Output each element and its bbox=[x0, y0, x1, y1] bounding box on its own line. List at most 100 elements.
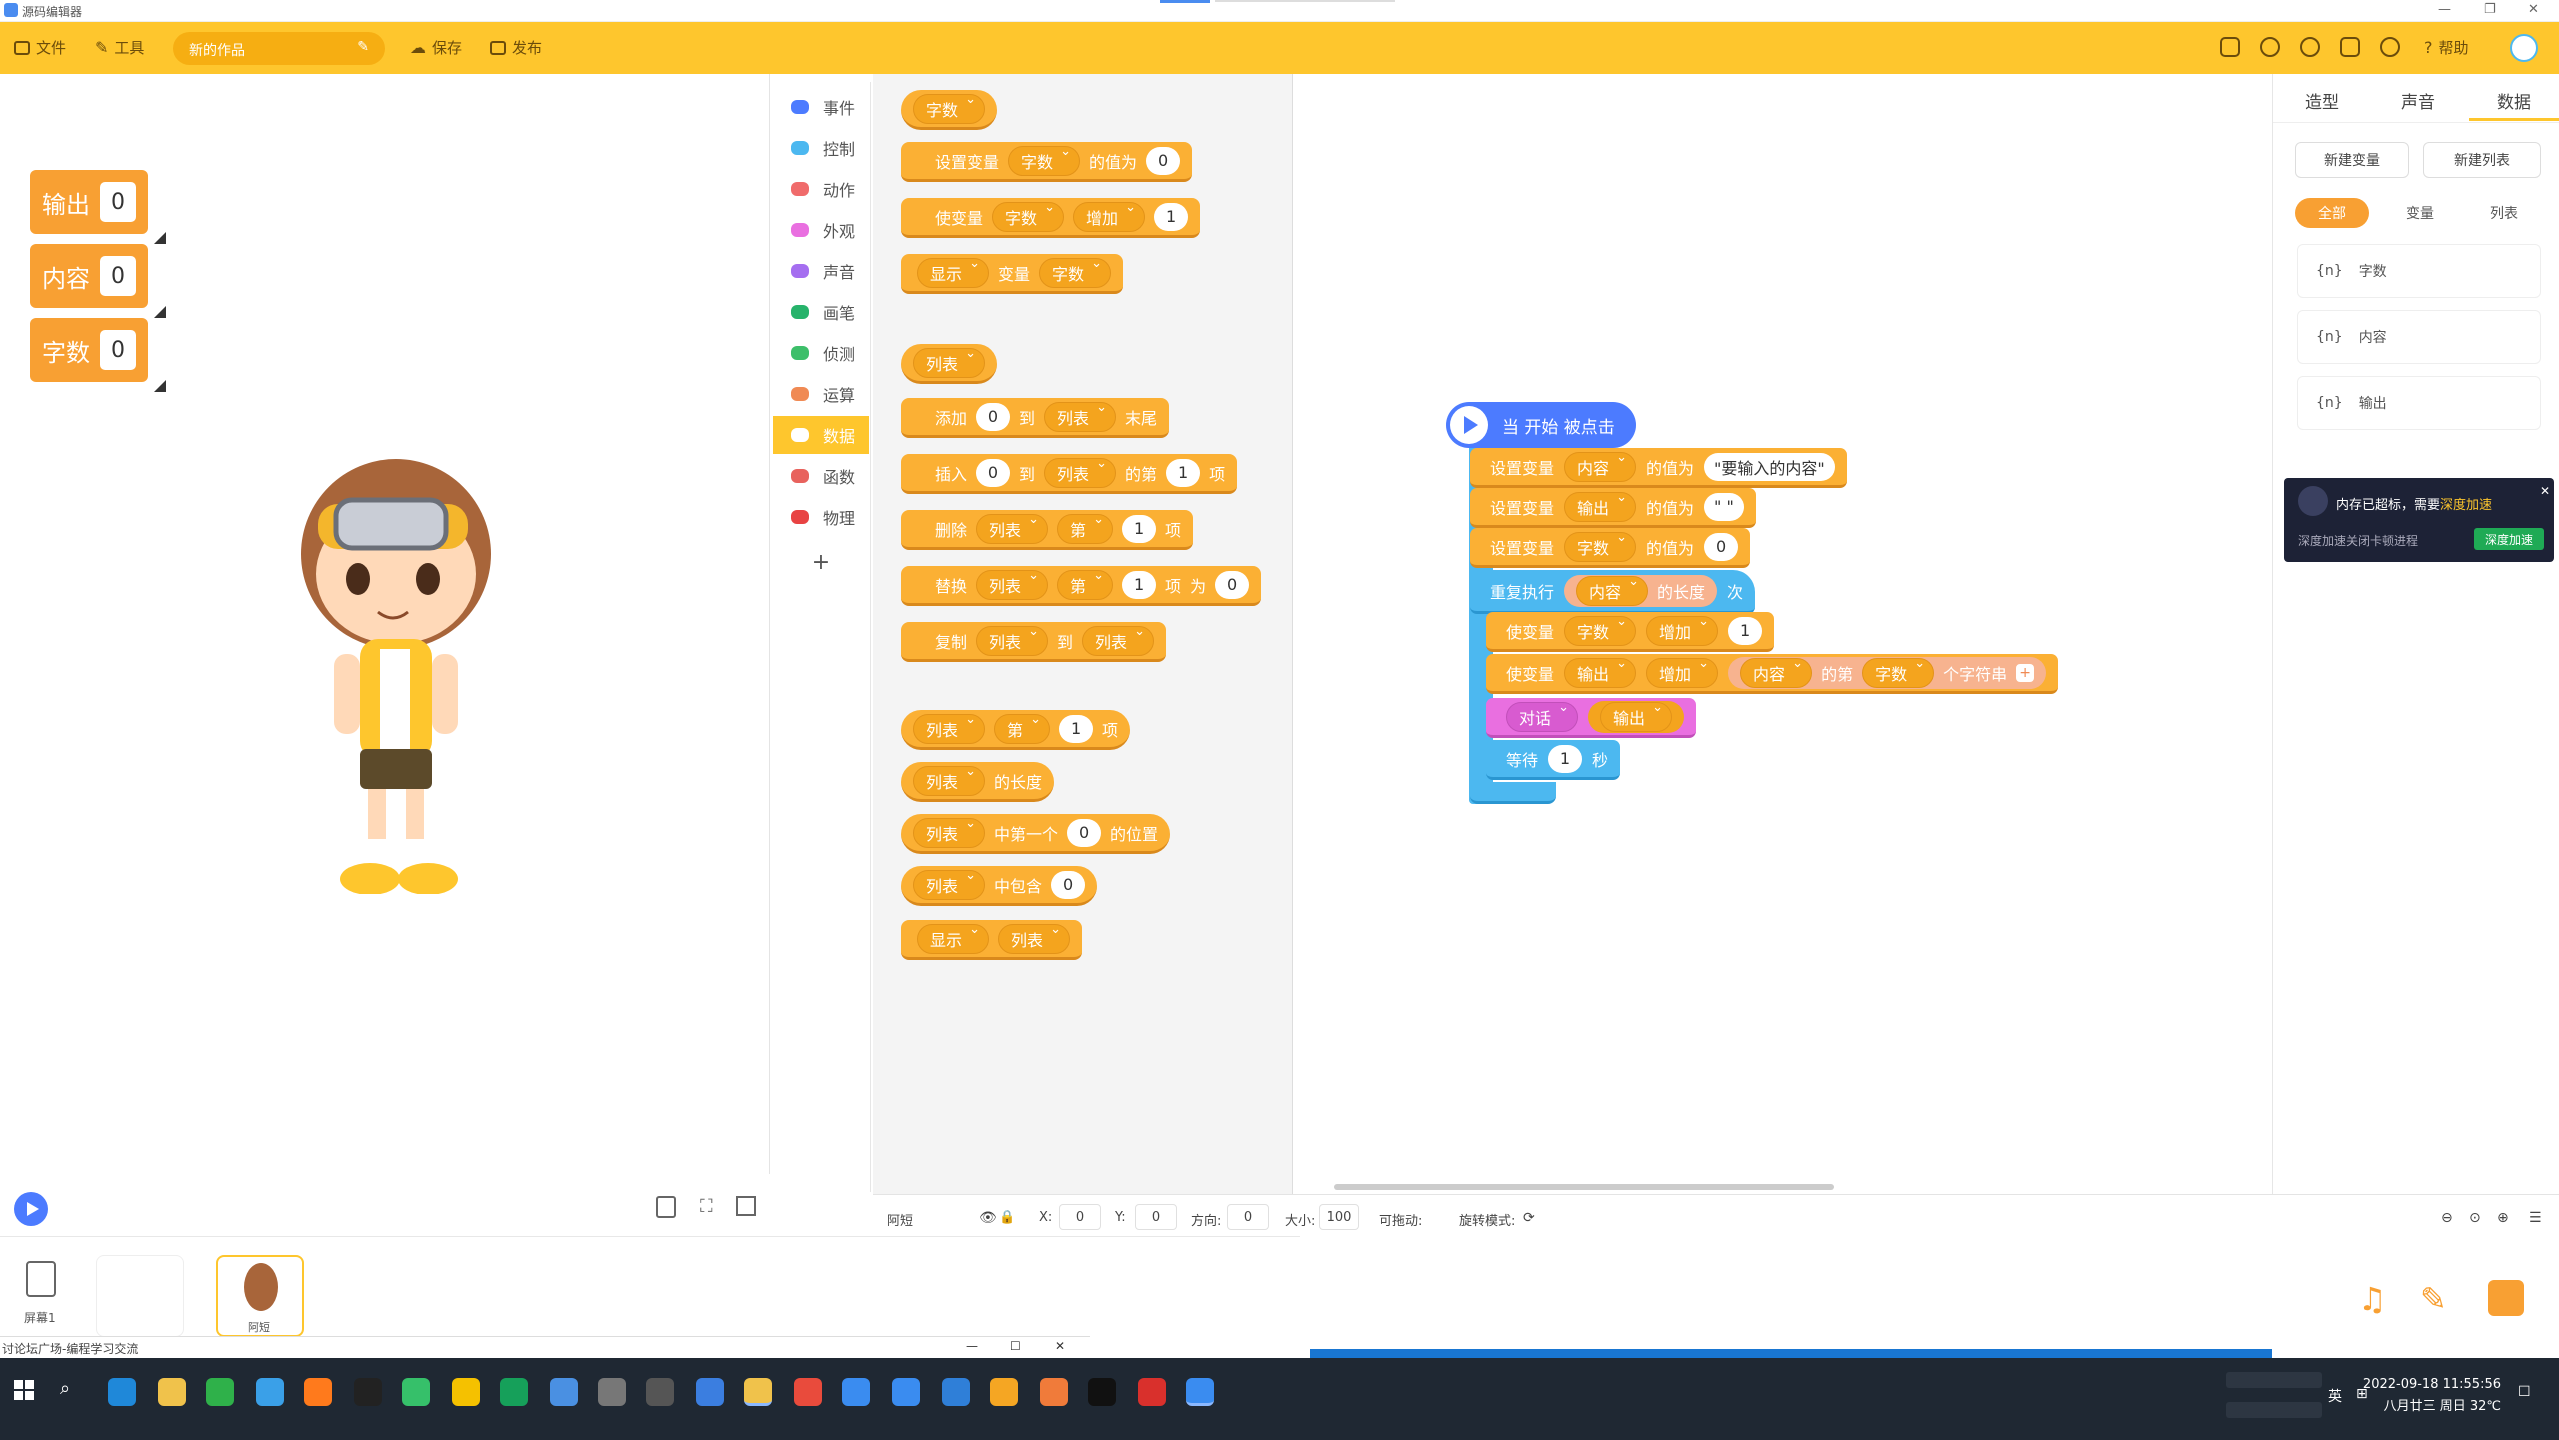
notification-icon[interactable]: ☐ bbox=[2518, 1384, 2531, 1400]
wps-icon[interactable] bbox=[1138, 1378, 1166, 1406]
category-7[interactable]: 运算 bbox=[773, 375, 869, 413]
code-editor-taskbar-icon[interactable] bbox=[1186, 1378, 1214, 1406]
list-length-block[interactable]: 列表 的长度 bbox=[901, 762, 1055, 802]
pencil-icon[interactable]: ✎ bbox=[2420, 1280, 2456, 1318]
screen-item[interactable]: 屏幕1 bbox=[4, 1255, 92, 1337]
category-2[interactable]: 动作 bbox=[773, 170, 869, 208]
op-dropdown[interactable]: 增加 bbox=[1646, 656, 1719, 688]
string-input[interactable]: "要输入的内容" bbox=[1704, 452, 1835, 481]
var-dropdown[interactable]: 输出 bbox=[1564, 656, 1637, 688]
y-input[interactable]: 0 bbox=[1135, 1204, 1177, 1230]
length-reporter[interactable]: 内容 的长度 bbox=[1564, 574, 1718, 607]
app-icon[interactable] bbox=[1088, 1378, 1116, 1406]
repeat-block[interactable]: 重复执行 内容 的长度 次 bbox=[1470, 570, 1756, 614]
insert-list-block[interactable]: 插入 0 到 列表 的第 1 项 bbox=[901, 454, 1238, 494]
list-dropdown[interactable]: 列表 bbox=[976, 624, 1049, 656]
var-dropdown[interactable]: 内容 bbox=[1740, 656, 1813, 688]
string-input[interactable]: " " bbox=[1704, 492, 1744, 521]
list-dropdown[interactable]: 列表 bbox=[913, 816, 986, 848]
gear-icon[interactable] bbox=[2380, 37, 2400, 57]
close-icon[interactable]: ✕ bbox=[2528, 2, 2539, 17]
tray-icons[interactable] bbox=[2226, 1372, 2322, 1388]
change-output-block[interactable]: 使变量 输出 增加 内容 的第 字数 个字符串 + bbox=[1486, 654, 2059, 694]
edge-icon[interactable] bbox=[108, 1378, 136, 1406]
app-icon[interactable] bbox=[598, 1378, 626, 1406]
sprite-name[interactable]: 阿短 bbox=[887, 1210, 913, 1229]
set-var-output-block[interactable]: 设置变量 输出 的值为 " " bbox=[1470, 488, 1756, 528]
firefox-icon[interactable] bbox=[304, 1378, 332, 1406]
tab-costumes[interactable]: 造型 bbox=[2305, 88, 2339, 113]
value-input[interactable]: 1 bbox=[1728, 616, 1763, 645]
var-reporter[interactable]: 输出 bbox=[1588, 700, 1685, 733]
show-list-block[interactable]: 显示 列表 bbox=[901, 920, 1083, 960]
restore-icon[interactable]: ☐ bbox=[1010, 1339, 1021, 1353]
set-var-content-block[interactable]: 设置变量 内容 的值为 "要输入的内容" bbox=[1470, 448, 1847, 488]
when-start-clicked-hat-block[interactable]: 当 开始 被点击 bbox=[1446, 402, 1636, 448]
minimize-icon[interactable]: — bbox=[966, 1339, 978, 1353]
value-input[interactable]: 0 bbox=[1704, 532, 1739, 561]
device-toggle-icon[interactable] bbox=[656, 1196, 676, 1218]
project-name-input[interactable]: 新的作品 ✎ bbox=[173, 32, 385, 65]
index-of-block[interactable]: 列表 中第一个 0 的位置 bbox=[901, 814, 1171, 854]
file-explorer-icon[interactable] bbox=[158, 1378, 186, 1406]
var-dropdown[interactable]: 字数 bbox=[992, 200, 1065, 232]
app-icon[interactable] bbox=[892, 1378, 920, 1406]
value-input[interactable]: 0 bbox=[1067, 818, 1102, 847]
index-input[interactable]: 1 bbox=[1166, 458, 1201, 487]
publish-button[interactable]: 发布 bbox=[490, 37, 542, 58]
var-dropdown[interactable]: 字数 bbox=[1862, 656, 1935, 688]
tools-menu-button[interactable]: ✎ 工具 bbox=[95, 37, 144, 58]
lock-icon[interactable]: 🔒 bbox=[999, 1210, 1015, 1225]
filter-all[interactable]: 全部 bbox=[2295, 198, 2369, 228]
zoom-reset-icon[interactable]: ⊙ bbox=[2469, 1210, 2481, 1226]
sun-icon[interactable] bbox=[452, 1378, 480, 1406]
zoom-in-icon[interactable]: ⊕ bbox=[2497, 1210, 2509, 1226]
list-dropdown[interactable]: 列表 bbox=[913, 764, 986, 796]
monitor-count[interactable]: 字数 0 bbox=[30, 318, 166, 392]
calendar-icon[interactable] bbox=[2340, 37, 2360, 57]
list-dropdown[interactable]: 列表 bbox=[913, 712, 986, 744]
var-dropdown[interactable]: 输出 bbox=[1600, 700, 1673, 732]
say-block[interactable]: 对话 输出 bbox=[1486, 698, 1697, 738]
monitor-content[interactable]: 内容 0 bbox=[30, 244, 166, 318]
add-to-list-block[interactable]: 添加 0 到 列表 末尾 bbox=[901, 398, 1170, 438]
popup-link[interactable]: 深度加速 bbox=[2440, 498, 2492, 513]
stage[interactable]: 输出 0 内容 0 字数 0 bbox=[8, 74, 770, 1174]
rotation-mode-icon[interactable]: ⟳ bbox=[1523, 1210, 1535, 1226]
show-var-block[interactable]: 显示 变量 字数 bbox=[901, 254, 1124, 294]
category-10[interactable]: 物理 bbox=[773, 498, 869, 536]
tab-data[interactable]: 数据 bbox=[2497, 88, 2531, 113]
music-icon[interactable]: ♫ bbox=[2358, 1280, 2394, 1318]
list-dropdown[interactable]: 列表 bbox=[1082, 624, 1155, 656]
value-input[interactable]: 0 bbox=[976, 402, 1011, 431]
new-list-button[interactable]: 新建列表 bbox=[2423, 142, 2541, 178]
value-input[interactable]: 0 bbox=[1051, 870, 1086, 899]
media-icon[interactable] bbox=[402, 1378, 430, 1406]
app-icon[interactable] bbox=[990, 1378, 1018, 1406]
var-dropdown[interactable]: 字数 bbox=[1564, 614, 1637, 646]
add-extension-button[interactable]: + bbox=[773, 543, 869, 581]
community-icon[interactable] bbox=[2300, 37, 2320, 57]
file-menu-button[interactable]: 文件 bbox=[14, 37, 66, 58]
copy-list-block[interactable]: 复制 列表 到 列表 bbox=[901, 622, 1167, 662]
direction-input[interactable]: 0 bbox=[1227, 1204, 1269, 1230]
zoom-out-icon[interactable]: ⊖ bbox=[2441, 1210, 2453, 1226]
var-dropdown[interactable]: 字数 bbox=[1008, 144, 1081, 176]
change-count-block[interactable]: 使变量 字数 增加 1 bbox=[1486, 612, 1775, 652]
app-icon[interactable] bbox=[500, 1378, 528, 1406]
qq-icon[interactable] bbox=[354, 1378, 382, 1406]
character-sprite[interactable] bbox=[278, 434, 508, 894]
resize-corner-icon[interactable] bbox=[154, 380, 166, 392]
system-clock[interactable]: 2022-09-18 11:55:56 八月廿三 周日 32℃ bbox=[2363, 1374, 2501, 1418]
variable-card[interactable]: {n} 输出 bbox=[2297, 376, 2541, 430]
index-input[interactable]: 1 bbox=[1122, 514, 1157, 543]
var-dropdown[interactable]: 字数 bbox=[913, 92, 986, 124]
list-dropdown[interactable]: 列表 bbox=[1044, 456, 1117, 488]
value-input[interactable]: 1 bbox=[1548, 744, 1583, 773]
browser-icon[interactable] bbox=[256, 1378, 284, 1406]
pos-dropdown[interactable]: 第 bbox=[994, 712, 1051, 744]
wait-block[interactable]: 等待 1 秒 bbox=[1486, 740, 1621, 780]
help-button[interactable]: ? 帮助 bbox=[2424, 37, 2469, 58]
app-icon[interactable] bbox=[696, 1378, 724, 1406]
list-dropdown[interactable]: 列表 bbox=[976, 568, 1049, 600]
